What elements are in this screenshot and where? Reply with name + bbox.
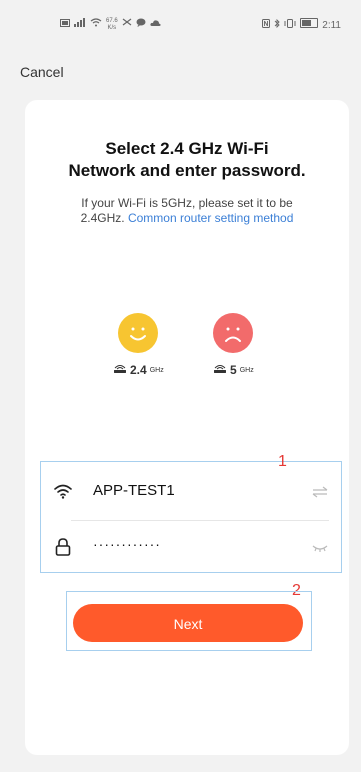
subtitle-prefix: 2.4GHz. [80, 211, 125, 225]
wifi-icon [90, 18, 102, 32]
wifi-setup-card: Select 2.4 GHz Wi-Fi Network and enter p… [25, 100, 349, 755]
title-line-2: Network and enter password. [68, 161, 306, 180]
subtitle-line-1: If your Wi-Fi is 5GHz, please set it to … [81, 196, 293, 210]
band-2-4ghz: 2.4 GHz [113, 313, 164, 377]
wifi-icon [53, 481, 73, 501]
ssid-value: APP-TEST1 [93, 482, 175, 499]
band-2-4ghz-value: 2.4 [130, 363, 147, 377]
signal-icon [74, 18, 86, 32]
vibrate-icon [284, 18, 296, 33]
eye-closed-icon[interactable] [311, 541, 329, 553]
band-2-4ghz-unit: GHz [149, 366, 164, 374]
screen: 67.6 K/s 2:11 Cancel Select 2.4 GHz Wi-F… [0, 0, 361, 772]
sad-face-icon [213, 313, 254, 353]
title-line-1: Select 2.4 GHz Wi-Fi [105, 139, 269, 158]
mute-icon [122, 18, 132, 32]
data-speed-unit: K/s [107, 25, 117, 31]
router-setting-link[interactable]: Common router setting method [128, 211, 293, 225]
annotation-marker-1: 1 [278, 453, 287, 470]
band-5ghz-label: 5 GHz [213, 363, 254, 377]
chat-icon [136, 18, 146, 32]
nfc-icon [262, 18, 271, 33]
data-speed-icon: 67.6 K/s [106, 18, 118, 32]
cancel-button[interactable]: Cancel [20, 64, 64, 80]
subtitle-line-2: 2.4GHz. Common router setting method [25, 211, 349, 226]
page-title: Select 2.4 GHz Wi-Fi Network and enter p… [25, 138, 349, 182]
band-5ghz-unit: GHz [239, 366, 254, 374]
router-icon [213, 363, 227, 377]
sim-icon [60, 18, 70, 32]
password-value: ············ [93, 536, 161, 552]
bluetooth-icon [274, 18, 280, 33]
band-5ghz-value: 5 [230, 363, 237, 377]
happy-face-icon [118, 313, 159, 353]
subtitle: If your Wi-Fi is 5GHz, please set it to … [25, 196, 349, 226]
band-5ghz: 5 GHz [213, 313, 254, 377]
ssid-field[interactable]: APP-TEST1 [41, 467, 341, 517]
status-bar: 67.6 K/s 2:11 [0, 18, 361, 42]
switch-network-icon[interactable] [311, 485, 329, 498]
field-divider [71, 520, 329, 521]
cloud-icon [150, 18, 161, 32]
status-left: 67.6 K/s [60, 18, 161, 32]
next-button[interactable]: Next [73, 604, 303, 642]
lock-icon [53, 537, 73, 557]
password-field[interactable]: ············ [41, 523, 341, 573]
status-time: 2:11 [322, 19, 341, 31]
battery-icon [300, 18, 319, 33]
status-right: 2:11 [262, 18, 341, 33]
data-speed-value: 67.6 [106, 18, 118, 24]
credentials-form: APP-TEST1 ············ [40, 461, 342, 573]
band-2-4ghz-label: 2.4 GHz [113, 363, 164, 377]
router-icon [113, 363, 127, 377]
